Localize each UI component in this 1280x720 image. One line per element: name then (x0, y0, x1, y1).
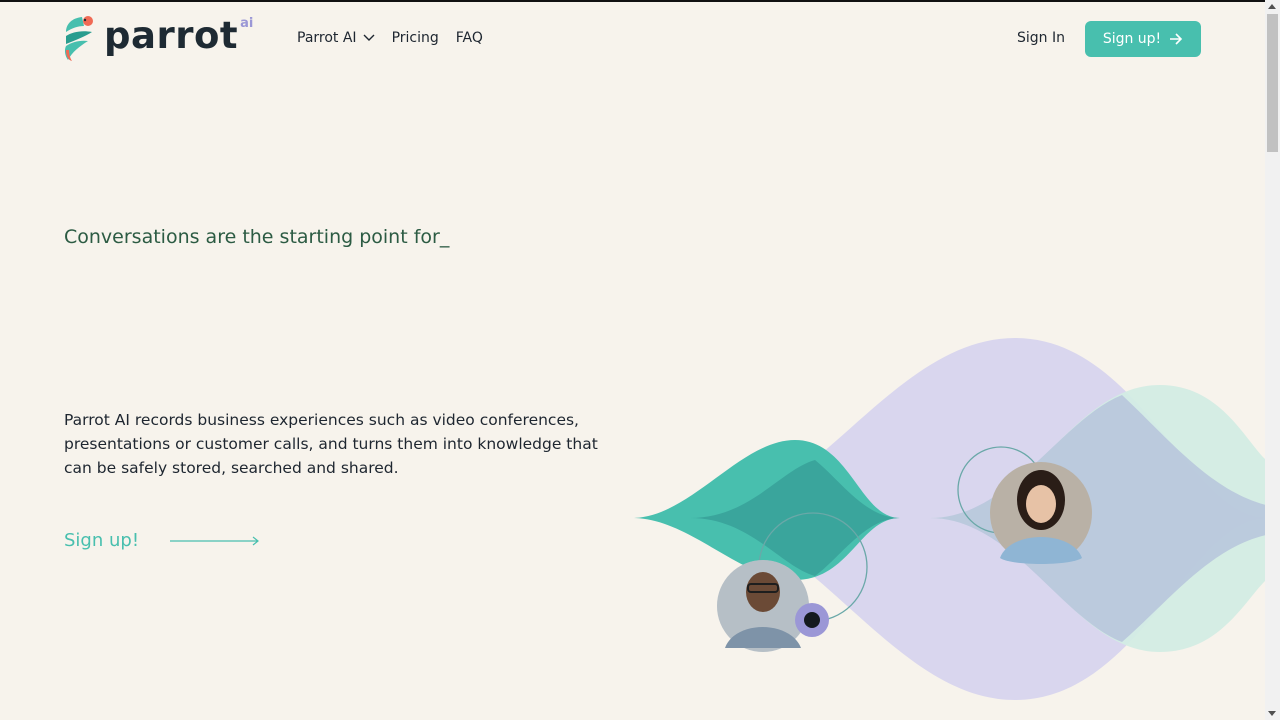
scrollbar-thumb[interactable] (1267, 14, 1278, 152)
hero-sign-up-link[interactable]: Sign up! (64, 530, 261, 551)
sign-up-button[interactable]: Sign up! (1085, 21, 1201, 57)
hero-description: Parrot AI records business experiences s… (64, 411, 598, 477)
scroll-up-arrow-icon[interactable] (1268, 4, 1276, 9)
nav-item-label: FAQ (455, 30, 483, 46)
nav-item-pricing[interactable]: Pricing (392, 30, 439, 46)
arrow-right-icon (1170, 33, 1183, 45)
brand-suffix: ai (240, 16, 254, 31)
hero-cta-label: Sign up! (64, 530, 140, 551)
nav-item-faq[interactable]: FAQ (456, 30, 483, 46)
avatar-woman (990, 462, 1092, 564)
vertical-scrollbar[interactable] (1265, 0, 1280, 720)
hero-tagline: Conversations are the starting point for… (64, 226, 450, 248)
main-nav: Parrot AI Pricing FAQ (297, 30, 483, 46)
avatar-man (717, 560, 809, 652)
nav-item-parrot-ai[interactable]: Parrot AI (297, 30, 375, 46)
chevron-down-icon (363, 34, 375, 41)
brand-name: parrot (104, 14, 239, 57)
sign-up-button-label: Sign up! (1102, 31, 1162, 47)
record-dot-icon (804, 612, 820, 628)
window-top-border (0, 0, 1265, 2)
long-arrow-right-icon (170, 536, 260, 545)
nav-item-label: Parrot AI (297, 30, 357, 46)
hero-wave-illustration (632, 338, 1265, 700)
nav-item-label: Pricing (391, 30, 439, 46)
parrot-logo-icon (64, 16, 93, 61)
sign-in-link[interactable]: Sign In (1017, 30, 1065, 46)
brand-logo[interactable]: parrot ai (62, 14, 253, 62)
page: parrot ai Parrot AI Pricing FAQ Sign In … (0, 0, 1265, 720)
scroll-down-arrow-icon[interactable] (1268, 711, 1276, 716)
